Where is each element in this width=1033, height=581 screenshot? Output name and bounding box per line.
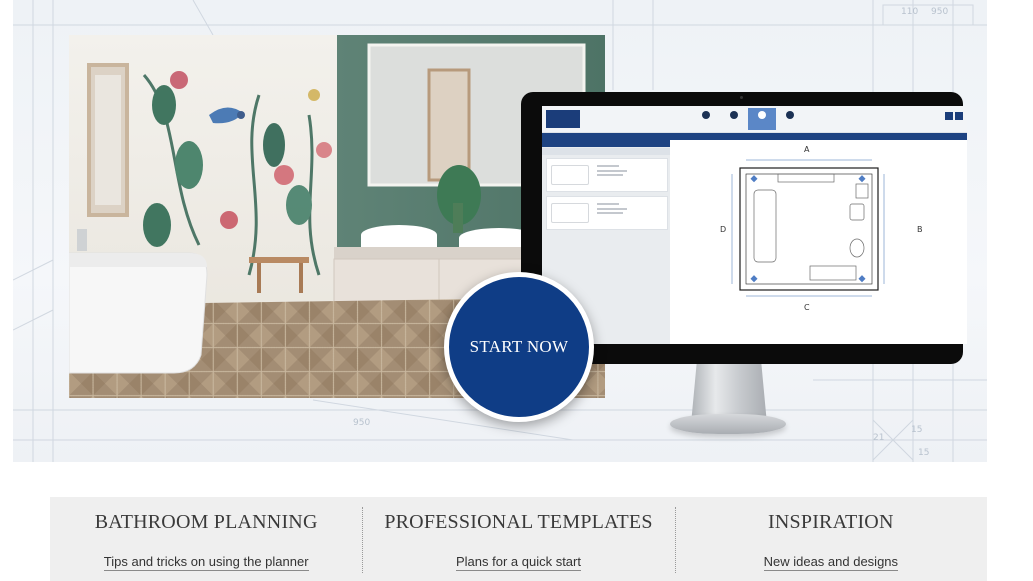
- app-tab-bar: [542, 133, 967, 140]
- panel-link-tips[interactable]: Tips and tricks on using the planner: [103, 554, 309, 571]
- step-1[interactable]: [692, 108, 720, 130]
- panel-inspiration: INSPIRATION New ideas and designs: [674, 497, 987, 581]
- brand-logo: [546, 110, 580, 128]
- step-navigation: [692, 108, 804, 130]
- step-2[interactable]: [720, 108, 748, 130]
- sidebar-subheader: [542, 148, 670, 155]
- window-control-icon[interactable]: [955, 112, 963, 120]
- panel-link-ideas[interactable]: New ideas and designs: [763, 554, 899, 571]
- plan-label-a: A: [804, 145, 810, 154]
- info-panels: BATHROOM PLANNING Tips and tricks on usi…: [50, 497, 987, 581]
- window-controls: [945, 112, 963, 120]
- start-now-button[interactable]: START NOW: [444, 272, 594, 422]
- plan-label-b: B: [917, 225, 923, 234]
- step-3-active[interactable]: [748, 108, 776, 130]
- planner-screen: A B C D: [542, 106, 967, 344]
- svg-text:15: 15: [911, 425, 922, 435]
- svg-text:950: 950: [931, 7, 948, 17]
- product-card[interactable]: [546, 158, 668, 192]
- product-card[interactable]: [546, 196, 668, 230]
- app-top-bar: [542, 106, 967, 133]
- floor-plan-canvas[interactable]: A B C D: [670, 140, 967, 344]
- svg-text:950: 950: [353, 418, 370, 428]
- window-control-icon[interactable]: [945, 112, 953, 120]
- svg-text:15: 15: [918, 448, 929, 458]
- camera-dot: [740, 96, 743, 99]
- product-thumbnail: [551, 165, 589, 185]
- sidebar-header: [542, 140, 670, 147]
- panel-professional-templates: PROFESSIONAL TEMPLATES Plans for a quick…: [362, 497, 674, 581]
- panel-title: INSPIRATION: [768, 511, 894, 533]
- monitor-base: [670, 414, 786, 434]
- plan-label-c: C: [804, 303, 810, 312]
- panel-title: BATHROOM PLANNING: [94, 511, 318, 533]
- step-4[interactable]: [776, 108, 804, 130]
- svg-text:21: 21: [873, 433, 884, 443]
- panel-bathroom-planning: BATHROOM PLANNING Tips and tricks on usi…: [50, 497, 362, 581]
- product-thumbnail: [551, 203, 589, 223]
- panel-title: PROFESSIONAL TEMPLATES: [384, 511, 653, 533]
- hero-banner: 950 110 950 21 15 15 A B C D START NOW: [13, 0, 987, 462]
- panel-link-plans[interactable]: Plans for a quick start: [455, 554, 581, 571]
- plan-label-d: D: [720, 225, 726, 234]
- start-now-label: START NOW: [469, 337, 569, 356]
- svg-text:110: 110: [901, 7, 918, 17]
